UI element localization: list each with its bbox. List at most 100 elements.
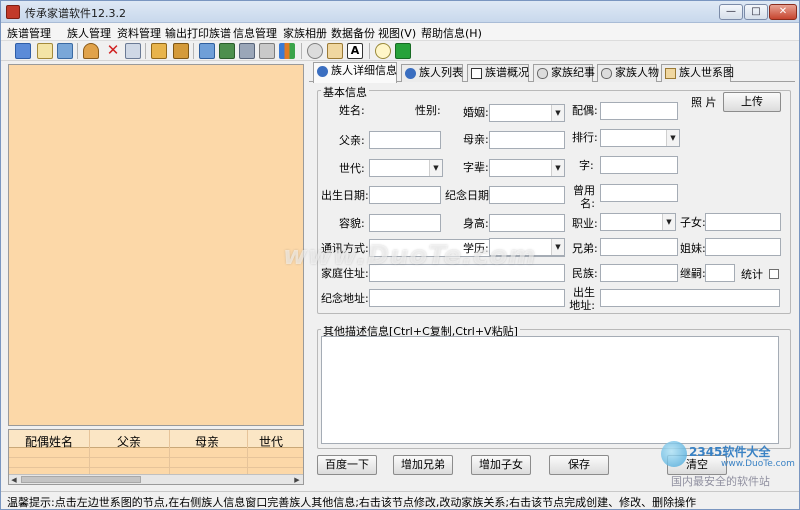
tab-lineage-chart[interactable]: 族人世系图 [661,64,734,82]
menu-print[interactable]: 输出打印族谱 [165,25,231,41]
other-info-textarea[interactable] [321,336,779,444]
chart-icon[interactable] [279,43,295,59]
toolbar-separator [369,43,370,59]
spouse-field[interactable] [600,102,678,120]
save-button[interactable]: 保存 [549,455,609,475]
appearance-field[interactable] [369,214,441,232]
settings-gear-icon[interactable] [239,43,255,59]
export-icon[interactable] [57,43,73,59]
label-adopt: 继嗣: [680,267,706,280]
label-memorial-addr: 纪念地址: [321,292,369,305]
marriage-select[interactable]: ▼ [489,104,565,122]
maximize-button[interactable]: □ [744,4,768,20]
courtesy-field[interactable] [600,156,678,174]
chat-icon[interactable] [375,43,391,59]
menu-genealogy[interactable]: 族谱管理 [7,25,51,41]
menu-album[interactable]: 家族相册 [283,25,327,41]
label-height: 身高: [463,217,489,230]
tab-overview[interactable]: 族谱概况 [467,64,529,82]
chevron-down-icon[interactable]: ▼ [662,214,675,230]
baidu-button[interactable]: 百度一下 [317,455,377,475]
menu-materials[interactable]: 资料管理 [117,25,161,41]
tree-icon[interactable] [219,43,235,59]
tab-member-detail[interactable]: 族人详细信息 [313,62,397,83]
tab-label: 家族人物 [615,66,659,79]
brothers-field[interactable] [600,238,678,256]
scroll-right-icon[interactable]: ▶ [292,475,302,484]
table-row[interactable] [9,458,303,468]
label-father: 父亲: [339,134,365,147]
menu-help[interactable]: 帮助信息(H) [421,25,482,41]
job-select[interactable]: ▼ [600,213,676,231]
label-children: 子女: [680,216,706,229]
add-person-icon[interactable] [83,43,99,59]
add-child-button[interactable]: 增加子女 [471,455,531,475]
chevron-down-icon[interactable]: ▼ [429,160,442,176]
sisters-field[interactable] [705,238,781,256]
height-field[interactable] [489,214,565,232]
gear-icon[interactable] [259,43,275,59]
chevron-down-icon[interactable]: ▼ [551,239,564,255]
label-generation: 世代: [339,162,365,175]
former-name-field[interactable] [600,184,678,202]
window-title: 传承家谱软件12.3.2 [25,7,126,20]
birth-addr-field[interactable] [600,289,780,307]
new-icon[interactable] [15,43,31,59]
chevron-down-icon[interactable]: ▼ [551,160,564,176]
spouse-table[interactable]: 配偶姓名 父亲 母亲 世代 ◀ ▶ [8,429,304,485]
mother-field[interactable] [489,131,565,149]
ethnicity-field[interactable] [600,264,678,282]
text-icon[interactable]: A [347,43,363,59]
menu-backup[interactable]: 数据备份 [331,25,375,41]
tab-label: 家族纪事 [551,66,595,79]
toolbar-separator [145,43,146,59]
spouse-table-header: 配偶姓名 父亲 母亲 世代 [9,430,303,449]
tab-chronicle[interactable]: 家族纪事 [533,64,595,82]
tab-figures[interactable]: 家族人物 [597,64,659,82]
basic-info-title: 基本信息 [321,84,369,100]
chevron-down-icon[interactable]: ▼ [551,105,564,121]
minimize-button[interactable]: — [719,4,743,20]
tab-member-list[interactable]: 族人列表 [401,64,463,82]
binoculars-icon[interactable] [173,43,189,59]
brand-slogan: 国内最安全的软件站 [671,475,770,488]
menu-info[interactable]: 信息管理 [233,25,277,41]
exit-icon[interactable] [395,43,411,59]
toolbar: ✕ A [1,41,799,61]
birth-date-field[interactable] [369,186,441,204]
stats-checkbox[interactable] [769,269,779,279]
adopt-field[interactable] [705,264,735,282]
upload-button[interactable]: 上传 [723,92,781,112]
scroll-thumb[interactable] [21,476,141,483]
horizontal-scrollbar[interactable]: ◀ ▶ [9,474,303,484]
add-brother-button[interactable]: 增加兄弟 [393,455,453,475]
delete-icon[interactable]: ✕ [105,43,121,59]
album-icon[interactable] [327,43,343,59]
scroll-left-icon[interactable]: ◀ [9,475,19,484]
generation-char-select[interactable]: ▼ [489,159,565,177]
close-button[interactable]: ✕ [769,4,797,20]
tab-label: 族谱概况 [485,66,529,79]
children-field[interactable] [705,213,781,231]
table-row[interactable] [9,448,303,458]
search-icon[interactable] [151,43,167,59]
menu-members[interactable]: 族人管理 [67,25,111,41]
memorial-addr-field[interactable] [369,289,565,307]
family-tree-canvas[interactable] [8,64,304,426]
status-text: 温馨提示:点击左边世系图的节点,在右侧族人信息窗口完善族人其他信息;右击该节点修… [7,496,697,509]
memorial-date-field[interactable] [489,186,565,204]
rank-select[interactable]: ▼ [600,129,680,147]
chevron-down-icon[interactable]: ▼ [666,130,679,146]
menu-view[interactable]: 视图(V) [378,25,416,41]
person-icon [405,68,416,79]
toolbar-separator [77,43,78,59]
edit-icon[interactable] [125,43,141,59]
text-icon [471,68,482,79]
book-icon[interactable] [37,43,53,59]
print-icon[interactable] [199,43,215,59]
brand-logo-icon [661,441,687,467]
generation-select[interactable]: ▼ [369,159,443,177]
status-bar: 温馨提示:点击左边世系图的节点,在右侧族人信息窗口完善族人其他信息;右击该节点修… [1,491,799,509]
father-field[interactable] [369,131,441,149]
link-icon[interactable] [307,43,323,59]
